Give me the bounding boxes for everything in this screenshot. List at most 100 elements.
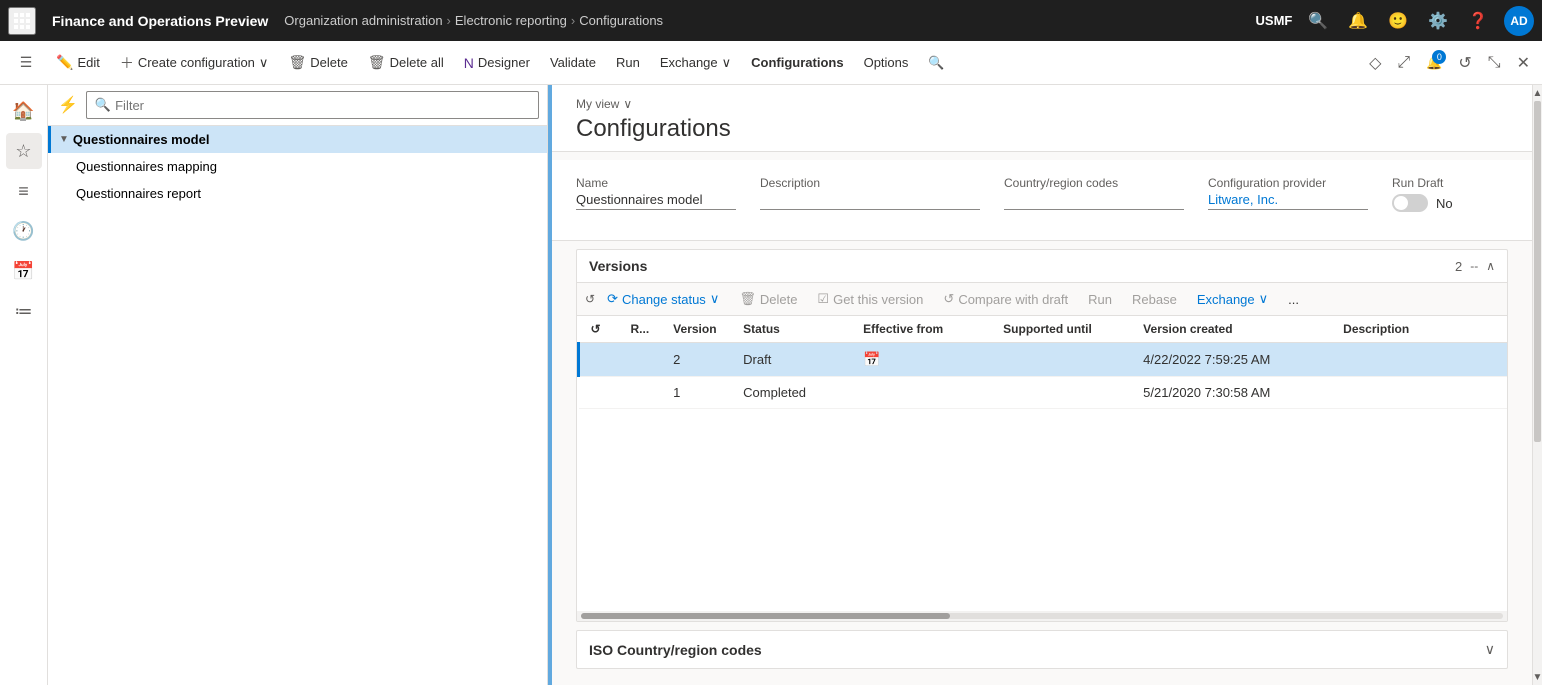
scrollbar-track: [581, 613, 1503, 619]
col-status-header: Status: [731, 316, 851, 343]
expand-icon-button[interactable]: ⤢: [1393, 50, 1414, 76]
sidebar-favorites-button[interactable]: ☆: [6, 133, 42, 169]
rebase-button[interactable]: Rebase: [1124, 288, 1185, 311]
tree-item-questionnaires-model[interactable]: ▼ Questionnaires model: [48, 126, 547, 153]
designer-icon: N: [464, 55, 474, 71]
country-region-field: Country/region codes: [1004, 176, 1184, 212]
configurations-tab[interactable]: Configurations: [743, 51, 851, 74]
versions-delete-button[interactable]: 🗑 Delete: [731, 287, 805, 311]
scroll-thumb[interactable]: [1534, 101, 1541, 442]
iso-header[interactable]: ISO Country/region codes ∨: [577, 631, 1507, 668]
tree-filter-button[interactable]: ⚡: [56, 93, 80, 117]
config-provider-label: Configuration provider: [1208, 176, 1368, 190]
delete-button[interactable]: 🗑 Delete: [280, 50, 355, 75]
chevron-up-icon: ∧: [1486, 259, 1495, 273]
emoji-button[interactable]: 🙂: [1384, 7, 1412, 35]
my-view-selector[interactable]: My view ∨: [576, 97, 1508, 111]
row2-restore: [619, 377, 662, 409]
help-button[interactable]: ❓: [1464, 7, 1492, 35]
get-this-version-button[interactable]: ☑ Get this version: [809, 287, 931, 311]
iso-chevron-down-icon: ∨: [1485, 641, 1495, 658]
open-new-button[interactable]: ⤡: [1484, 50, 1505, 76]
badge-icon-button[interactable]: 🔔 0: [1422, 50, 1446, 76]
sidebar-filter-button[interactable]: ≡: [6, 173, 42, 209]
versions-collapse-button[interactable]: ∧: [1486, 259, 1495, 273]
col-created-header: Version created: [1131, 316, 1331, 343]
chevron-down-icon: ∨: [710, 291, 720, 307]
diamond-icon-button[interactable]: ◇: [1365, 49, 1385, 77]
breadcrumb-configurations[interactable]: Configurations: [579, 13, 663, 28]
name-value[interactable]: Questionnaires model: [576, 192, 736, 210]
run-draft-label: Run Draft: [1392, 176, 1453, 190]
close-button[interactable]: ✕: [1513, 49, 1534, 77]
breadcrumb-org-admin[interactable]: Organization administration: [284, 13, 442, 28]
avatar[interactable]: AD: [1504, 6, 1534, 36]
sidebar-calendar-button[interactable]: 📅: [6, 253, 42, 289]
run-main-button[interactable]: Run: [608, 51, 648, 74]
versions-exchange-button[interactable]: Exchange ∨: [1189, 287, 1276, 311]
sidebar-recent-button[interactable]: 🕐: [6, 213, 42, 249]
refresh-button[interactable]: ↺: [1454, 49, 1475, 77]
calendar-icon[interactable]: 📅: [863, 351, 880, 367]
scroll-up-button[interactable]: ▲: [1533, 85, 1542, 101]
change-status-button[interactable]: ⟳ Change status ∨: [599, 287, 727, 311]
run-draft-toggle[interactable]: [1392, 194, 1428, 212]
config-provider-value[interactable]: Litware, Inc.: [1208, 192, 1368, 210]
row2-supported: [991, 377, 1131, 409]
scrollbar-thumb[interactable]: [581, 613, 950, 619]
designer-button[interactable]: N Designer: [456, 51, 538, 75]
col-refresh: ↺: [579, 316, 619, 343]
delete-icon: 🗑: [288, 54, 306, 71]
sidebar-list-button[interactable]: ≔: [6, 293, 42, 329]
search-toolbar-button[interactable]: 🔍: [920, 51, 952, 75]
edit-icon: ✏️: [56, 54, 73, 71]
versions-section: Versions 2 -- ∧ ↺ ⟳ Change status ∨: [576, 249, 1508, 622]
create-configuration-button[interactable]: ＋ Create configuration ∨: [112, 49, 277, 77]
edit-button[interactable]: ✏️ Edit: [48, 50, 108, 75]
horizontal-scrollbar[interactable]: [577, 611, 1507, 621]
delete-all-button[interactable]: 🗑 Delete all: [360, 50, 452, 75]
col-description-header: Description: [1331, 316, 1507, 343]
tree-item-label: Questionnaires report: [76, 186, 201, 201]
table-row[interactable]: 2 Draft 📅 4/22/2022 7:59:25 AM: [579, 343, 1508, 377]
panel-resizer[interactable]: [548, 85, 552, 685]
col-supported-header: Supported until: [991, 316, 1131, 343]
tree-item-questionnaires-mapping[interactable]: Questionnaires mapping: [48, 153, 547, 180]
delete-all-icon: 🗑: [368, 54, 386, 71]
tree-header: ⚡ 🔍: [48, 85, 547, 126]
name-field: Name Questionnaires model: [576, 176, 736, 212]
compare-with-draft-button[interactable]: ↺ Compare with draft: [935, 287, 1076, 311]
tree-search-container: 🔍: [86, 91, 539, 119]
validate-button[interactable]: Validate: [542, 51, 604, 74]
description-value[interactable]: [760, 192, 980, 210]
sidebar-icons: 🏠 ☆ ≡ 🕐 📅 ≔: [0, 85, 48, 685]
versions-title: Versions: [589, 258, 1447, 274]
app-grid-button[interactable]: [8, 7, 36, 35]
sidebar-home-button[interactable]: 🏠: [6, 93, 42, 129]
versions-run-button[interactable]: Run: [1080, 288, 1120, 311]
versions-header: Versions 2 -- ∧: [577, 250, 1507, 283]
row2-effective: [851, 377, 991, 409]
collapse-sidebar-button[interactable]: ☰: [8, 45, 44, 81]
scroll-down-button[interactable]: ▼: [1533, 669, 1542, 685]
exchange-main-button[interactable]: Exchange ∨: [652, 51, 739, 75]
row2-status: Completed: [731, 377, 851, 409]
breadcrumb-electronic-reporting[interactable]: Electronic reporting: [455, 13, 567, 28]
settings-nav-button[interactable]: ⚙️: [1424, 7, 1452, 35]
notifications-button[interactable]: 🔔: [1344, 7, 1372, 35]
country-region-value[interactable]: [1004, 192, 1184, 210]
top-nav-right: USMF 🔍 🔔 🙂 ⚙️ ❓ AD: [1256, 6, 1534, 36]
options-button[interactable]: Options: [856, 51, 917, 74]
name-label: Name: [576, 176, 736, 190]
right-scrollbar[interactable]: ▲ ▼: [1532, 85, 1542, 685]
tree-search-input[interactable]: [115, 98, 530, 113]
col-version-header: Version: [661, 316, 731, 343]
versions-dash: --: [1470, 259, 1478, 273]
search-nav-button[interactable]: 🔍: [1304, 7, 1332, 35]
main-layout: 🏠 ☆ ≡ 🕐 📅 ≔ ⚡ 🔍 ▼ Questionnaires model Q…: [0, 85, 1542, 685]
table-row[interactable]: 1 Completed 5/21/2020 7:30:58 AM: [579, 377, 1508, 409]
expand-icon: ▼: [59, 134, 69, 145]
tree-item-questionnaires-report[interactable]: Questionnaires report: [48, 180, 547, 207]
versions-more-button[interactable]: ...: [1280, 288, 1307, 311]
plus-icon: ＋: [120, 53, 134, 73]
